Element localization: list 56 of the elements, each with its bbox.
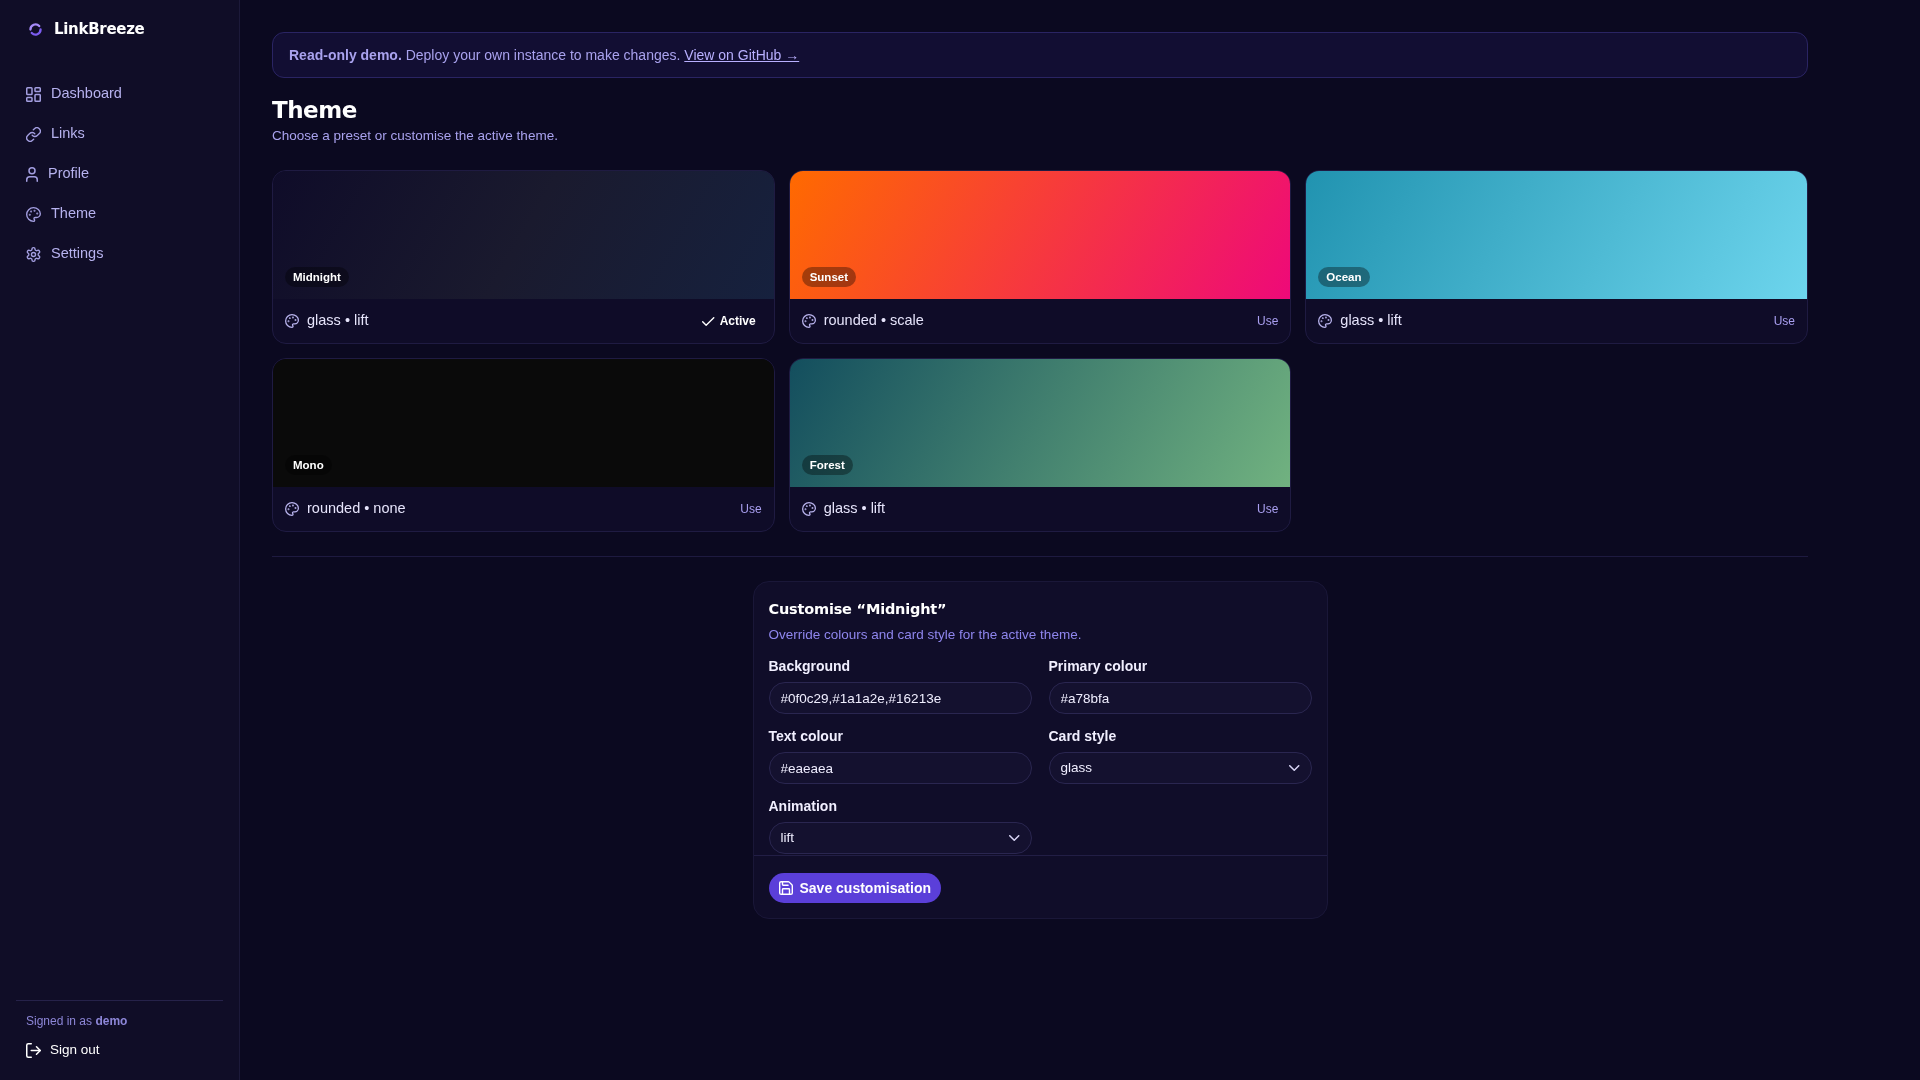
github-link[interactable]: View on GitHub → <box>684 46 800 63</box>
field-label: Text colour <box>768 727 843 745</box>
check-icon <box>702 316 715 326</box>
field-label: Background <box>768 657 851 675</box>
dropdown-field[interactable]: lift <box>768 822 1032 854</box>
sidebar-item[interactable]: Profile <box>16 156 100 192</box>
sidebar-item[interactable]: Links <box>16 116 95 152</box>
palette-icon <box>1318 314 1333 328</box>
theme-name-badge: Mono <box>285 455 332 475</box>
use-button[interactable]: Use <box>732 498 770 520</box>
input-field[interactable]: #a78bfa <box>1048 682 1312 714</box>
use-button[interactable]: Use <box>1249 498 1287 520</box>
panel-title: Customise “Midnight” <box>768 600 947 619</box>
user-icon <box>26 166 38 182</box>
sidebar-item[interactable]: Theme <box>16 196 107 232</box>
save-button[interactable]: Save customisation <box>768 873 941 903</box>
page-title: Theme <box>272 96 357 124</box>
sign-out-icon <box>26 1042 41 1058</box>
field-label: Primary colour <box>1048 657 1148 675</box>
use-button[interactable]: Use <box>1765 310 1803 332</box>
grid-icon <box>26 86 41 102</box>
theme-name-badge: Midnight <box>285 267 349 287</box>
theme-name-badge: Sunset <box>801 267 856 287</box>
theme-name-badge: Ocean <box>1318 267 1370 287</box>
theme-name-badge: Forest <box>801 455 853 475</box>
palette-icon <box>801 502 816 516</box>
signed-in-text: Signed in as demo <box>26 1013 128 1029</box>
active-label: Active <box>719 313 756 330</box>
palette-icon <box>801 314 816 328</box>
palette-icon <box>26 206 41 222</box>
demo-notice: Read-only demo. Deploy your own instance to make changes. View on GitHub → <box>289 45 800 65</box>
sidebar-item[interactable]: Settings <box>16 236 114 272</box>
page-subtitle: Choose a preset or customise the active theme. <box>272 127 558 145</box>
chevron-down-icon <box>1289 765 1300 771</box>
input-field[interactable]: #eaeaea <box>768 752 1032 784</box>
style-label: rounded • none <box>307 499 406 519</box>
use-button[interactable]: Use <box>1249 310 1287 332</box>
dropdown-field[interactable]: glass <box>1048 752 1312 784</box>
save-icon <box>778 881 793 895</box>
logo-ring-icon <box>29 22 42 36</box>
palette-icon <box>285 502 299 516</box>
chevron-down-icon <box>1009 835 1020 841</box>
style-label: glass • lift <box>823 499 886 519</box>
style-label: glass • lift <box>307 311 369 331</box>
style-label: rounded • scale <box>823 311 924 331</box>
palette-icon <box>285 314 299 328</box>
field-label: Animation <box>768 797 837 815</box>
sign-out-button[interactable]: Sign out <box>16 1036 110 1064</box>
sidebar-item[interactable]: Dashboard <box>16 76 132 112</box>
panel-subtitle: Override colours and card style for the active theme. <box>768 626 1082 644</box>
link-icon <box>26 126 41 142</box>
style-label: glass • lift <box>1340 311 1402 331</box>
settings-icon <box>26 246 41 262</box>
input-field[interactable]: #0f0c29,#1a1a2e,#16213e <box>768 682 1032 714</box>
field-label: Card style <box>1048 727 1117 745</box>
brand-name: LinkBreeze <box>54 21 145 37</box>
